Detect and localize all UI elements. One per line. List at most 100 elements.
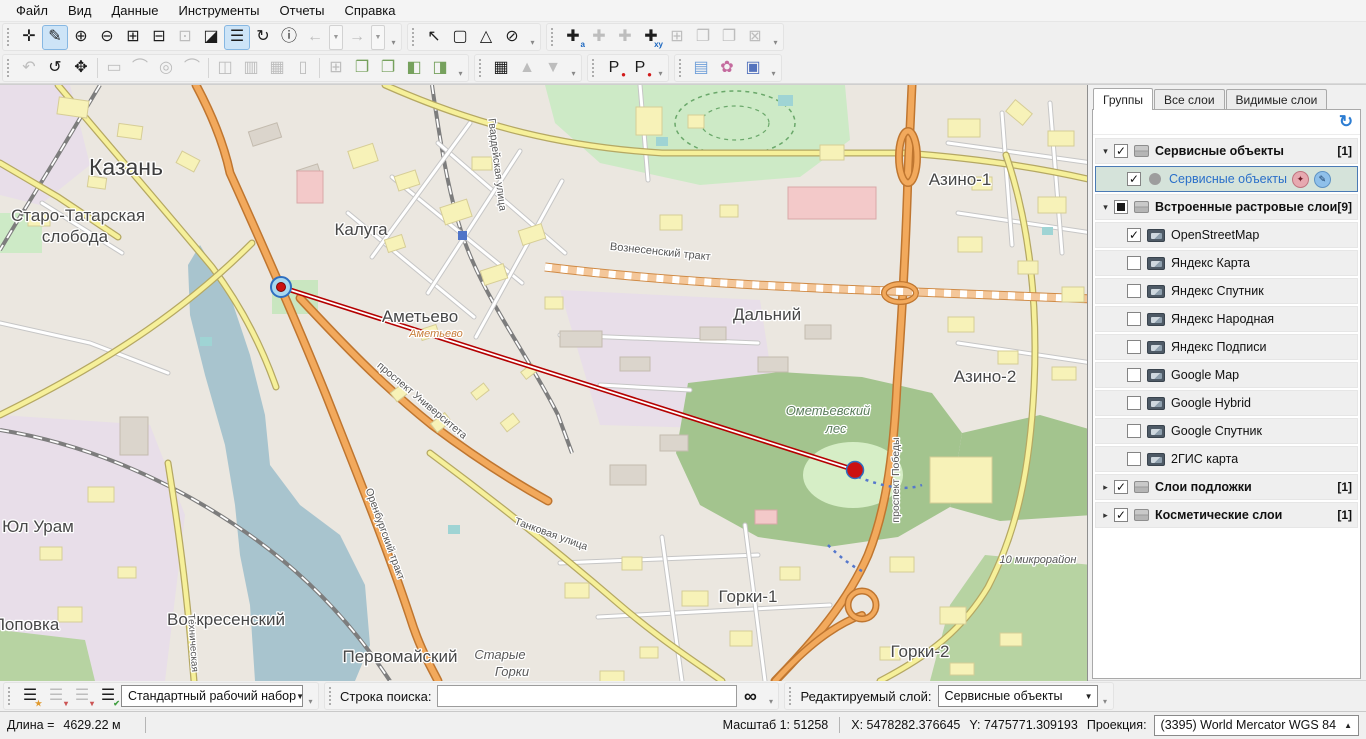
menu-tools[interactable]: Инструменты [168,1,269,21]
toolbar-grip[interactable] [8,687,13,705]
add-object-button[interactable]: ✚a [560,25,586,50]
search-input[interactable] [437,685,737,707]
select-object-button[interactable]: ↖ [421,25,447,50]
binoculars-icon[interactable]: ∞ [737,684,763,709]
toolbar-overflow-icon[interactable]: ▾ [305,684,316,708]
refresh-map-button[interactable]: ↻ [250,25,276,50]
map-canvas[interactable]: КазаньСтаро-ТатарскаяслободаКалугаАметье… [0,85,1088,681]
layer-visibility-checkbox[interactable]: ✓ [1127,172,1141,186]
menu-file[interactable]: Файл [6,1,58,21]
tree-group-row[interactable]: ▾Встроенные растровые слои[9] [1095,194,1358,220]
edit-layer-select[interactable]: Сервисные объекты ▼ [938,685,1098,707]
zoom-out-button[interactable]: ⊖ [94,25,120,50]
map-info-button[interactable]: ⓘ [276,25,302,50]
toolbar-overflow-icon[interactable]: ▾ [655,56,666,80]
workspace-select[interactable]: Стандартный рабочий набор ▼ [121,685,303,707]
toolbar-grip[interactable] [551,28,556,46]
toolbar-overflow-icon[interactable]: ▾ [568,56,579,80]
tree-layer-row[interactable]: Google Спутник [1095,418,1358,444]
tab-all-layers[interactable]: Все слои [1154,89,1225,110]
chevron-down-icon[interactable]: ▼ [296,686,304,706]
tree-layer-row[interactable]: Google Hybrid [1095,390,1358,416]
line-start-point-button[interactable]: P● [601,55,627,80]
chevron-down-icon[interactable]: ▼ [1081,686,1097,706]
toolbar-grip[interactable] [7,28,12,46]
measure-tool-button[interactable]: ✎ [42,25,68,50]
pan-tool-button[interactable]: ✛ [16,25,42,50]
menu-view[interactable]: Вид [58,1,102,21]
tree-expander-icon[interactable]: ▾ [1099,146,1112,157]
geometry-union-button[interactable]: ❐ [349,55,375,80]
toolbar-overflow-icon[interactable]: ▾ [765,684,776,708]
tree-layer-row[interactable]: Яндекс Спутник [1095,278,1358,304]
tab-visible-layers[interactable]: Видимые слои [1226,89,1328,110]
toolbar-grip[interactable] [479,59,484,77]
menu-help[interactable]: Справка [334,1,405,21]
zoom-out-rect-button[interactable]: ⊟ [146,25,172,50]
tab-groups[interactable]: Группы [1093,88,1153,110]
tree-layer-row[interactable]: Яндекс Подписи [1095,334,1358,360]
layer-visibility-checkbox[interactable] [1127,256,1141,270]
toolbar-grip[interactable] [412,28,417,46]
menu-reports[interactable]: Отчеты [270,1,335,21]
pencil-badge-icon[interactable]: ✎ [1314,171,1331,188]
view-forward-dropdown[interactable]: ▼ [371,25,385,50]
toolbar-overflow-icon[interactable]: ▾ [1100,684,1111,708]
menu-data[interactable]: Данные [102,1,169,21]
layer-visibility-checkbox[interactable] [1127,368,1141,382]
view-back-dropdown[interactable]: ▼ [329,25,343,50]
layer-visibility-checkbox[interactable] [1127,452,1141,466]
toolbar-grip[interactable] [7,59,12,77]
projection-select[interactable]: (3395) World Mercator WGS 84 ▲ [1154,715,1359,736]
tree-expander-icon[interactable]: ▸ [1099,482,1112,493]
tree-layer-row[interactable]: Google Map [1095,362,1358,388]
toolbar-overflow-icon[interactable]: ▾ [768,56,779,80]
layer-visibility-checkbox[interactable] [1127,340,1141,354]
toolbar-overflow-icon[interactable]: ▾ [770,25,781,49]
zoom-to-visible-button[interactable]: ◪ [198,25,224,50]
system-settings-button[interactable]: ▣ [740,55,766,80]
tree-group-row[interactable]: ▸✓Косметические слои[1] [1095,502,1358,528]
tree-layer-row[interactable]: 2ГИС карта [1095,446,1358,472]
layers-visibility-button[interactable]: ☰ [224,25,250,50]
layer-visibility-checkbox[interactable]: ✓ [1127,228,1141,242]
toolbar-grip[interactable] [329,687,334,705]
layer-visibility-checkbox[interactable] [1114,200,1128,214]
layer-visibility-checkbox[interactable] [1127,396,1141,410]
tree-expander-icon[interactable]: ▸ [1099,510,1112,521]
move-object-button[interactable]: ✥ [68,55,94,80]
select-badge-icon[interactable]: ✦ [1292,171,1309,188]
geometry-sym-difference-button[interactable]: ◨ [427,55,453,80]
geometry-subtract-button[interactable]: ◧ [401,55,427,80]
geometry-intersection-button[interactable]: ❐ [375,55,401,80]
tree-layer-row[interactable]: Яндекс Народная [1095,306,1358,332]
tree-layer-row[interactable]: Яндекс Карта [1095,250,1358,276]
layer-visibility-checkbox[interactable]: ✓ [1114,508,1128,522]
toolbar-grip[interactable] [679,59,684,77]
select-rectangle-button[interactable]: ▢ [447,25,473,50]
add-by-coordinates-button[interactable]: ✚xy [638,25,664,50]
toolbar-grip[interactable] [789,687,794,705]
layer-filter-input[interactable] [1095,112,1336,132]
zoom-in-rect-button[interactable]: ⊞ [120,25,146,50]
toolbar-overflow-icon[interactable]: ▾ [527,25,538,49]
style-editor-button[interactable]: ✿ [714,55,740,80]
attribute-table-button[interactable]: ▦ [488,55,514,80]
layer-visibility-checkbox[interactable] [1127,424,1141,438]
tree-layer-row[interactable]: ✓OpenStreetMap [1095,222,1358,248]
toolbar-overflow-icon[interactable]: ▾ [388,25,399,49]
refresh-layers-icon[interactable]: ↻ [1336,112,1356,132]
layer-visibility-checkbox[interactable]: ✓ [1114,144,1128,158]
layer-visibility-checkbox[interactable]: ✓ [1114,480,1128,494]
layer-visibility-checkbox[interactable] [1127,284,1141,298]
clear-selection-button[interactable]: ⊘ [499,25,525,50]
select-polygon-button[interactable]: △ [473,25,499,50]
workspace-new-button[interactable]: ☰★ [17,684,43,709]
rotate-object-button[interactable]: ↺ [42,55,68,80]
layer-visibility-checkbox[interactable] [1127,312,1141,326]
tree-group-row[interactable]: ▾✓Сервисные объекты[1] [1095,138,1358,164]
workspace-save-button[interactable]: ☰✔ [95,684,121,709]
tree-layer-row[interactable]: ✓Сервисные объекты✦✎ [1095,166,1358,192]
tree-group-row[interactable]: ▸✓Слои подложки[1] [1095,474,1358,500]
tree-expander-icon[interactable]: ▾ [1099,202,1112,213]
